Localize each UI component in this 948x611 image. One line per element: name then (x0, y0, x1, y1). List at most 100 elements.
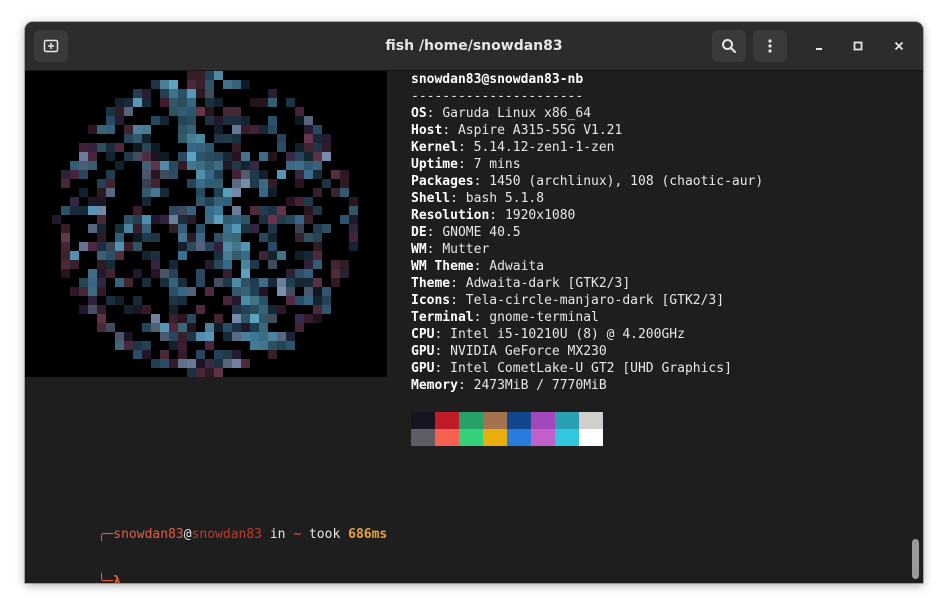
kebab-menu-icon (768, 39, 772, 53)
palette-swatch (483, 429, 507, 446)
palette-swatch (531, 412, 555, 429)
info-row: GPU: NVIDIA GeForce MX230 (411, 343, 763, 360)
prompt-in: in (262, 527, 294, 542)
info-key: GPU (411, 344, 435, 359)
info-key: Host (411, 123, 443, 138)
close-button[interactable] (887, 34, 911, 58)
info-key: Shell (411, 191, 451, 206)
info-value: 2473MiB / 7770MiB (473, 378, 607, 393)
headerbar: fish /home/snowdan83 (25, 22, 923, 71)
info-row: DE: GNOME 40.5 (411, 224, 763, 241)
prompt-took: took (301, 527, 349, 542)
color-palette (411, 412, 603, 446)
info-key: Kernel (411, 140, 458, 155)
info-row: Kernel: 5.14.12-zen1-1-zen (411, 139, 763, 156)
info-key: OS (411, 106, 427, 121)
info-value: Aspire A315-55G V1.21 (457, 123, 623, 138)
prompt-duration: 686ms (348, 527, 388, 542)
palette-swatch (507, 429, 531, 446)
close-icon (894, 41, 904, 51)
info-row: Theme: Adwaita-dark [GTK2/3] (411, 275, 763, 292)
info-colon: : (457, 140, 474, 155)
info-row: Memory: 2473MiB / 7770MiB (411, 377, 763, 394)
info-colon: : (426, 106, 443, 121)
info-value: Mutter (442, 242, 490, 257)
garuda-ascii-logo (25, 71, 387, 377)
prompt-user: snowdan83 (113, 527, 184, 542)
info-colon: : (457, 378, 474, 393)
info-row: OS: Garuda Linux x86_64 (411, 105, 763, 122)
info-colon: : (450, 276, 466, 291)
neofetch-info: snowdan83@snowdan83-nb -----------------… (411, 71, 763, 394)
info-row: GPU: Intel CometLake-U GT2 [UHD Graphics… (411, 360, 763, 377)
info-row: CPU: Intel i5-10210U (8) @ 4.200GHz (411, 326, 763, 343)
new-tab-button[interactable] (34, 30, 68, 62)
info-value: 5.14.12-zen1-1-zen (473, 140, 615, 155)
info-colon: : (473, 310, 490, 325)
palette-swatch (531, 429, 555, 446)
info-colon: : (442, 123, 458, 138)
user-host: snowdan83@snowdan83-nb (411, 72, 584, 87)
search-button[interactable] (712, 30, 746, 62)
info-colon: : (450, 191, 466, 206)
shell-prompt[interactable]: ╭─snowdan83@snowdan83 in ~ took 686ms ╰─… (35, 479, 388, 583)
palette-swatch (435, 429, 459, 446)
info-value: 7 mins (473, 157, 521, 172)
prompt-host: snowdan83 (191, 527, 263, 542)
info-value: Tela-circle-manjaro-dark [GTK2/3] (465, 293, 725, 308)
palette-swatch (579, 412, 603, 429)
separator: ---------------------- (411, 89, 584, 104)
palette-swatch (507, 412, 531, 429)
info-value: Garuda Linux x86_64 (442, 106, 592, 121)
palette-swatch (459, 412, 483, 429)
palette-swatch (555, 429, 579, 446)
prompt-corner-bottom: ╰─ (97, 574, 114, 583)
minimize-button[interactable] (807, 34, 831, 58)
info-colon: : (473, 259, 490, 274)
info-row: Host: Aspire A315-55G V1.21 (411, 122, 763, 139)
info-row: Packages: 1450 (archlinux), 108 (chaotic… (411, 173, 763, 190)
menu-button[interactable] (753, 30, 787, 62)
maximize-icon (853, 41, 863, 51)
palette-swatch (459, 429, 483, 446)
palette-swatch (411, 429, 435, 446)
terminal-area[interactable]: snowdan83@snowdan83-nb -----------------… (25, 71, 923, 583)
info-row: Terminal: gnome-terminal (411, 309, 763, 326)
info-key: WM Theme (411, 259, 474, 274)
palette-swatch (555, 412, 579, 429)
minimize-icon (816, 48, 822, 50)
prompt-lambda: λ (113, 574, 122, 583)
info-key: GPU (411, 361, 435, 376)
info-value: 1450 (archlinux), 108 (chaotic-aur) (489, 174, 764, 189)
palette-swatch (411, 412, 435, 429)
info-key: Theme (411, 276, 451, 291)
info-row: WM: Mutter (411, 241, 763, 258)
new-tab-icon (43, 39, 59, 53)
maximize-button[interactable] (846, 34, 870, 58)
scrollbar-thumb[interactable] (912, 539, 919, 579)
info-colon: : (434, 327, 451, 342)
info-colon: : (426, 242, 443, 257)
info-value: Intel CometLake-U GT2 [UHD Graphics] (450, 361, 732, 376)
info-row: Shell: bash 5.1.8 (411, 190, 763, 207)
info-colon: : (434, 361, 451, 376)
info-colon: : (450, 293, 466, 308)
prompt-dir: ~ (293, 527, 302, 542)
info-colon: : (426, 225, 443, 240)
info-colon: : (473, 174, 490, 189)
info-value: Adwaita-dark [GTK2/3] (465, 276, 631, 291)
info-row: Uptime: 7 mins (411, 156, 763, 173)
palette-swatch (435, 412, 459, 429)
info-value: bash 5.1.8 (465, 191, 545, 206)
window-title: fish /home/snowdan83 (385, 38, 563, 54)
search-icon (722, 39, 736, 53)
info-value: 1920x1080 (504, 208, 576, 223)
cursor: _ (128, 574, 137, 583)
palette-swatch (483, 412, 507, 429)
info-row: Icons: Tela-circle-manjaro-dark [GTK2/3] (411, 292, 763, 309)
info-value: Adwaita (489, 259, 545, 274)
info-key: Icons (411, 293, 451, 308)
info-key: DE (411, 225, 427, 240)
info-colon: : (457, 157, 474, 172)
terminal-window: fish /home/snowdan83 snowdan83@snowdan83… (25, 22, 923, 583)
